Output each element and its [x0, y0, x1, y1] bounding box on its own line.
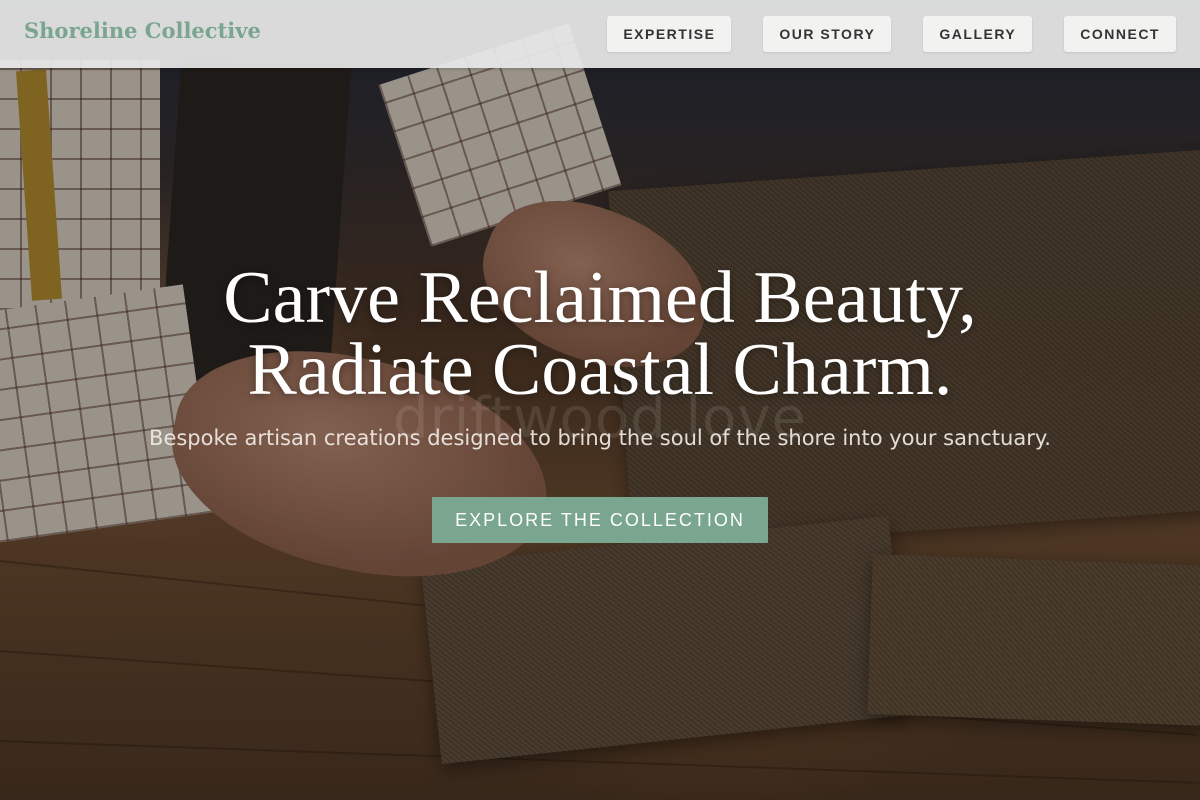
- hero-subheadline: Bespoke artisan creations designed to br…: [149, 426, 1051, 450]
- nav-expertise-button[interactable]: EXPERTISE: [607, 16, 732, 52]
- hero-headline-line-1: Carve Reclaimed Beauty,: [223, 257, 977, 339]
- hero-headline-line-2: Radiate Coastal Charm.: [247, 329, 953, 411]
- main-nav: EXPERTISE OUR STORY GALLERY CONNECT: [607, 16, 1176, 52]
- brand-logo[interactable]: Shoreline Collective: [24, 18, 261, 43]
- site-header: Shoreline Collective EXPERTISE OUR STORY…: [0, 0, 1200, 68]
- hero-headline: Carve Reclaimed Beauty, Radiate Coastal …: [100, 257, 1100, 411]
- nav-gallery-button[interactable]: GALLERY: [923, 16, 1033, 52]
- nav-our-story-button[interactable]: OUR STORY: [763, 16, 892, 52]
- nav-connect-button[interactable]: CONNECT: [1064, 16, 1176, 52]
- hero-section: Carve Reclaimed Beauty, Radiate Coastal …: [0, 257, 1200, 543]
- explore-collection-button[interactable]: EXPLORE THE COLLECTION: [432, 497, 768, 543]
